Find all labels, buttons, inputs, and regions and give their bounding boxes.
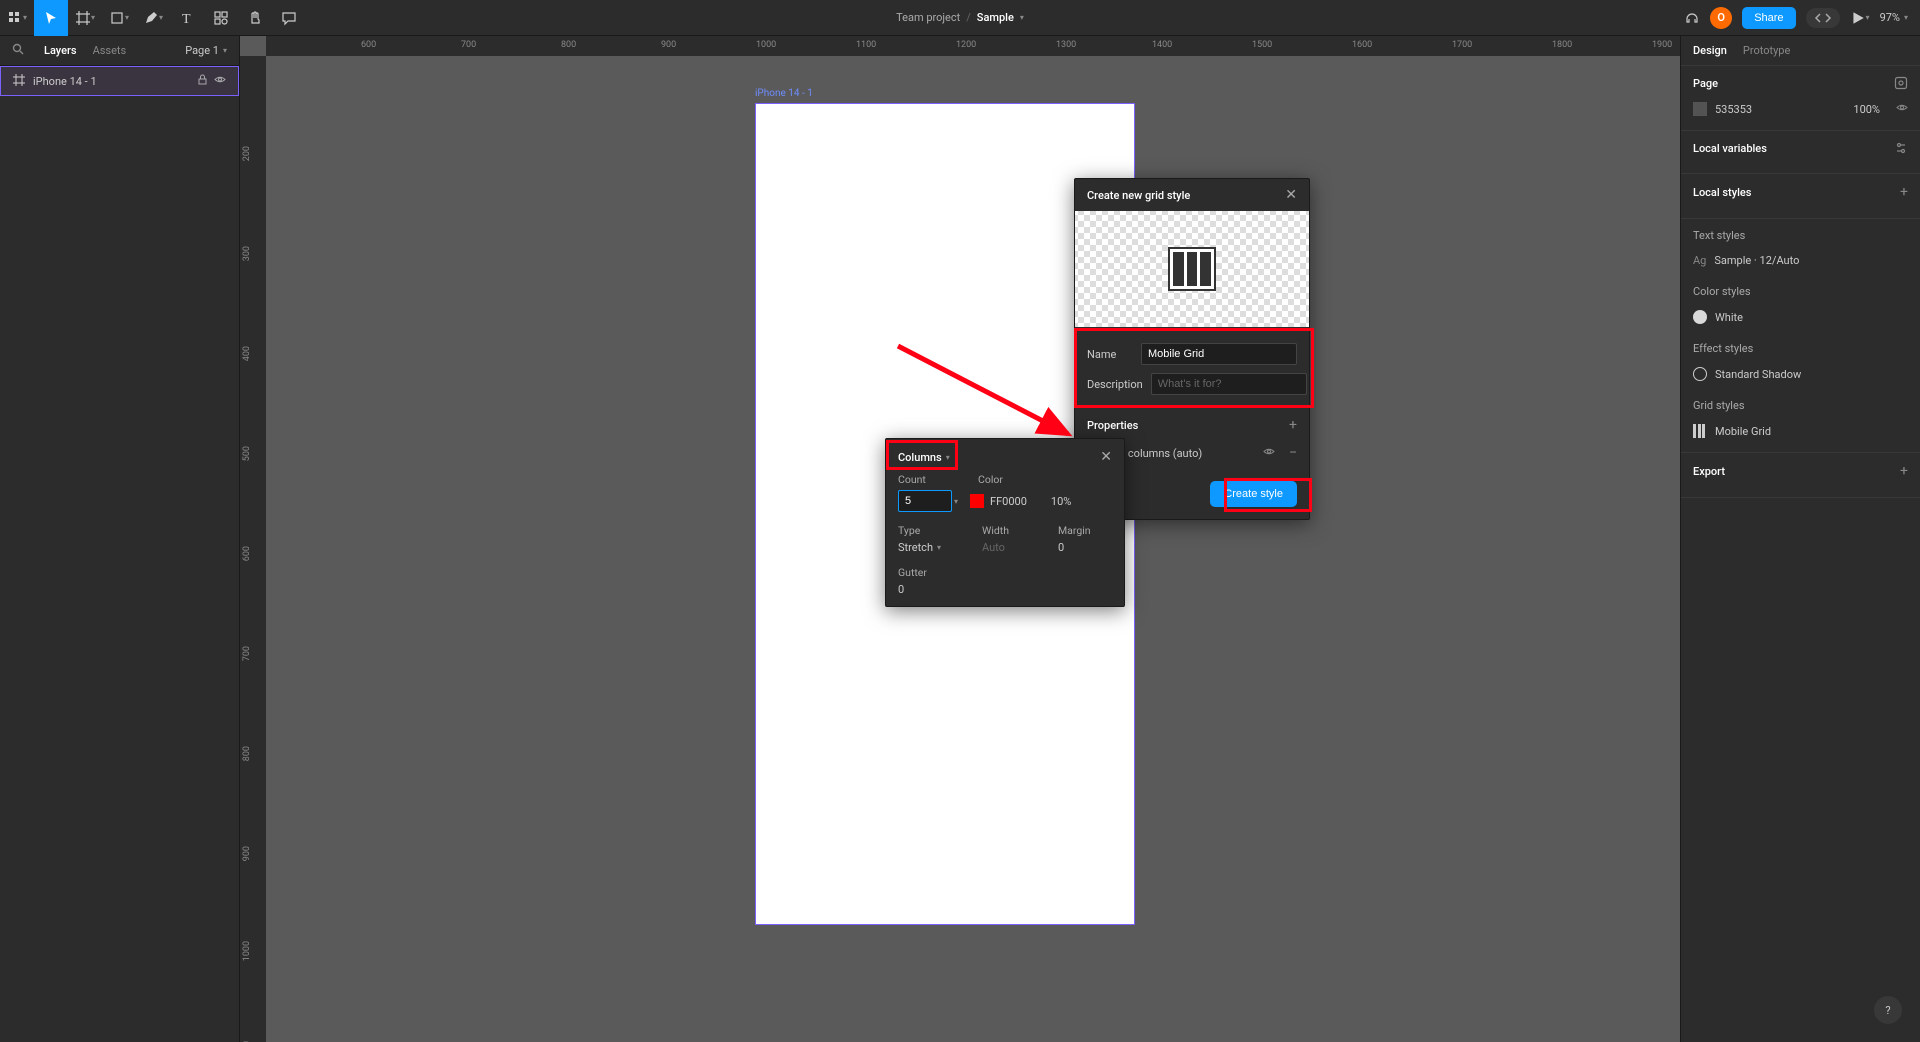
pen-tool-button[interactable]: ▾ [136, 0, 170, 36]
color-swatch-icon [1693, 310, 1707, 324]
ruler-vertical: 200 300 400 500 600 700 800 900 1000 110… [240, 56, 266, 1042]
color-label: Color [978, 473, 1003, 486]
grid-styles-heading: Grid styles [1693, 399, 1908, 412]
gutter-value[interactable]: 0 [898, 583, 904, 596]
left-panel: Layers Assets Page 1 ▾ iPhone 14 - 1 [0, 36, 240, 1042]
text-style-label: Sample · 12/Auto [1714, 254, 1799, 267]
page-section-title: Page [1693, 77, 1718, 90]
page-color-hex[interactable]: 535353 [1715, 103, 1752, 116]
property-label: 5 columns (auto) [1119, 447, 1202, 460]
text-style-item[interactable]: Ag Sample · 12/Auto [1693, 250, 1908, 271]
remove-property-button[interactable]: − [1289, 445, 1297, 461]
grid-preview [1075, 211, 1309, 327]
file-breadcrumb[interactable]: Team project / Sample ▾ [896, 11, 1024, 24]
columns-title-dropdown[interactable]: Columns ▾ [898, 451, 950, 464]
add-property-button[interactable]: + [1289, 417, 1297, 433]
variables-settings-icon[interactable] [1894, 141, 1908, 155]
margin-value[interactable]: 0 [1058, 541, 1064, 554]
width-value: Auto [982, 541, 1038, 554]
add-style-button[interactable]: + [1900, 184, 1908, 200]
eye-icon[interactable] [1896, 102, 1908, 116]
resources-button[interactable] [204, 0, 238, 36]
effect-style-item[interactable]: Standard Shadow [1693, 363, 1908, 385]
dev-mode-toggle[interactable] [1806, 8, 1840, 28]
color-style-label: White [1715, 311, 1743, 324]
effect-icon [1693, 367, 1707, 381]
user-avatar[interactable]: O [1710, 7, 1732, 29]
count-label: Count [898, 473, 958, 486]
tab-prototype[interactable]: Prototype [1743, 44, 1790, 57]
effect-style-label: Standard Shadow [1715, 368, 1801, 381]
margin-label: Margin [1058, 524, 1091, 537]
local-variables-title: Local variables [1693, 142, 1767, 155]
frame-tool-button[interactable]: ▾ [68, 0, 102, 36]
layer-name: iPhone 14 - 1 [33, 75, 97, 88]
zoom-dropdown[interactable]: 97% ▾ [1880, 11, 1908, 24]
close-icon[interactable]: ✕ [1100, 449, 1112, 465]
tab-design[interactable]: Design [1693, 44, 1727, 57]
audio-button[interactable] [1684, 0, 1700, 36]
columns-popover: Columns ▾ ✕ Count Color ▾ FF0000 10% Typ… [885, 438, 1125, 607]
main-menu-button[interactable]: ▾ [0, 0, 34, 36]
help-button[interactable]: ? [1874, 996, 1902, 1024]
grid-icon [1693, 424, 1707, 438]
grid-preview-icon [1168, 247, 1216, 291]
count-input[interactable] [898, 490, 952, 512]
breadcrumb-separator: / [966, 11, 971, 24]
lock-icon[interactable] [197, 74, 208, 88]
grid-style-label: Mobile Grid [1715, 425, 1771, 438]
page-options-icon[interactable] [1894, 76, 1908, 90]
chevron-down-icon: ▾ [1020, 13, 1024, 22]
frame-icon [13, 74, 25, 89]
page-color-swatch[interactable] [1693, 102, 1707, 116]
eye-icon[interactable] [1263, 446, 1275, 460]
properties-title: Properties [1087, 419, 1138, 432]
top-toolbar: ▾ ▾ ▾ ▾ T Team project / [0, 0, 1920, 36]
search-icon[interactable] [12, 43, 24, 58]
right-panel: Design Prototype Page 535353 100% Local … [1680, 36, 1920, 1042]
color-styles-heading: Color styles [1693, 285, 1908, 298]
frame-label[interactable]: iPhone 14 - 1 [755, 88, 813, 99]
text-style-prefix: Ag [1693, 254, 1706, 267]
tab-assets[interactable]: Assets [93, 44, 127, 57]
ruler-horizontal: 600 700 800 900 1000 1100 1200 1300 1400… [266, 36, 1680, 56]
page-selector[interactable]: Page 1 ▾ [185, 44, 227, 57]
grid-style-item[interactable]: Mobile Grid [1693, 420, 1908, 442]
text-tool-button[interactable]: T [170, 0, 204, 36]
hand-tool-button[interactable] [238, 0, 272, 36]
text-styles-heading: Text styles [1693, 229, 1908, 242]
color-swatch[interactable] [970, 494, 984, 508]
description-label: Description [1087, 378, 1143, 391]
export-title: Export [1693, 465, 1725, 478]
local-styles-title: Local styles [1693, 186, 1751, 199]
present-button[interactable]: ▾ [1850, 0, 1870, 36]
close-icon[interactable]: ✕ [1285, 187, 1297, 203]
share-button[interactable]: Share [1742, 7, 1795, 29]
name-label: Name [1087, 348, 1133, 361]
description-input[interactable] [1151, 373, 1307, 395]
color-style-item[interactable]: White [1693, 306, 1908, 328]
color-opacity[interactable]: 10% [1051, 495, 1071, 508]
add-export-button[interactable]: + [1900, 463, 1908, 479]
shape-tool-button[interactable]: ▾ [102, 0, 136, 36]
svg-text:T: T [182, 12, 191, 26]
count-dropdown-icon[interactable]: ▾ [954, 497, 958, 506]
color-hex[interactable]: FF0000 [990, 495, 1027, 508]
create-style-button[interactable]: Create style [1210, 481, 1297, 507]
page-color-opacity[interactable]: 100% [1853, 103, 1880, 116]
type-label: Type [898, 524, 962, 537]
team-name: Team project [896, 11, 960, 24]
effect-styles-heading: Effect styles [1693, 342, 1908, 355]
type-select[interactable]: Stretch ▾ [898, 541, 962, 554]
gutter-label: Gutter [898, 566, 927, 579]
file-name: Sample [977, 11, 1014, 24]
layer-row-frame[interactable]: iPhone 14 - 1 [0, 66, 239, 96]
modal-title: Create new grid style [1087, 189, 1190, 202]
width-label: Width [982, 524, 1038, 537]
name-input[interactable] [1141, 343, 1297, 365]
eye-icon[interactable] [214, 74, 226, 88]
move-tool-button[interactable] [34, 0, 68, 36]
comment-tool-button[interactable] [272, 0, 306, 36]
tab-layers[interactable]: Layers [44, 44, 77, 57]
